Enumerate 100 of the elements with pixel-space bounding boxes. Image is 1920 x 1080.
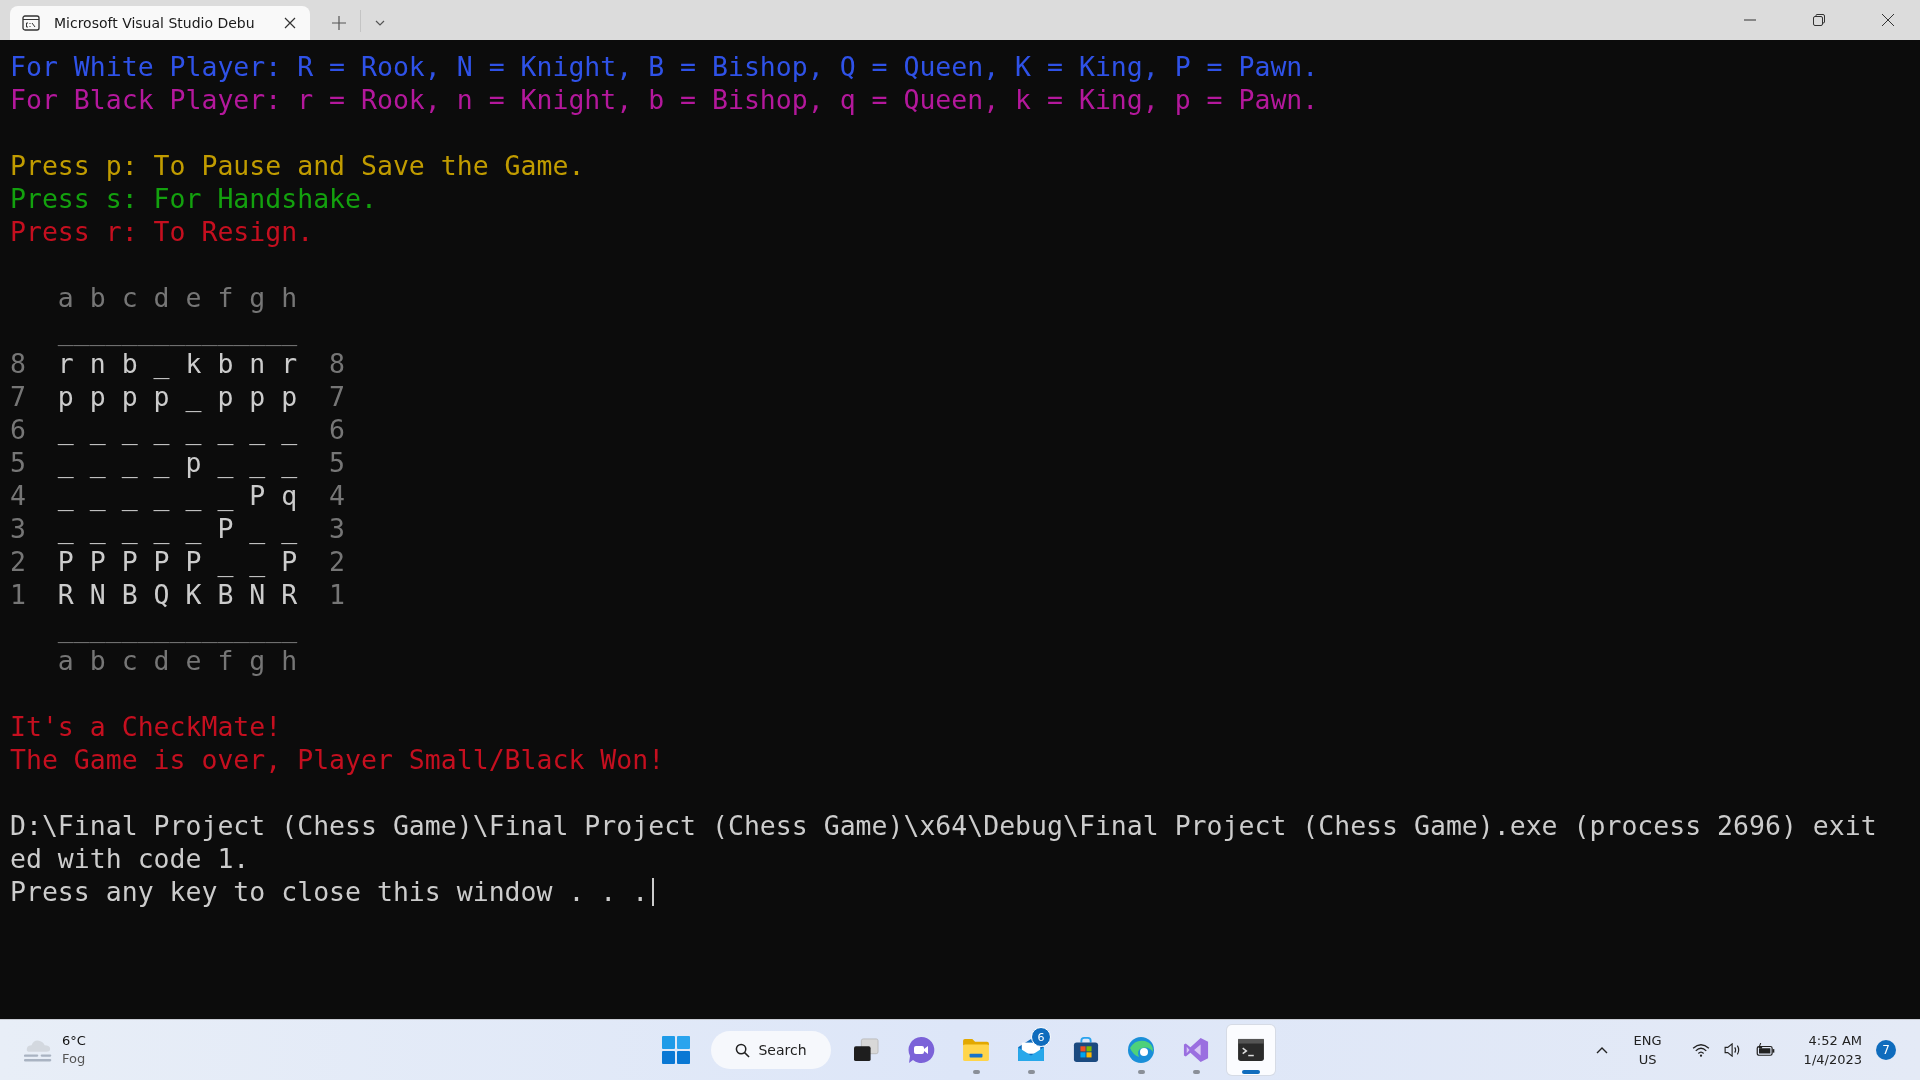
board-symbol: _ — [121, 479, 138, 512]
rank-label: 8 — [10, 347, 26, 380]
tab-title: Microsoft Visual Studio Debu — [54, 15, 256, 31]
restore-icon[interactable] — [1813, 14, 1825, 26]
battery-charging-icon[interactable] — [1755, 1043, 1776, 1057]
file-label: a — [57, 644, 74, 677]
dropdown-icon[interactable] — [375, 20, 385, 26]
rank-label: 3 — [10, 512, 26, 545]
rank-label: 6 — [329, 413, 345, 446]
console-text: For White Player: R = Rook, N = Knight, B = Bishop, Q = Queen, K = King, P = Pawn. — [10, 51, 1319, 82]
board-symbol: Q — [153, 578, 170, 611]
board-symbol: q — [281, 479, 298, 512]
board-symbol: _ — [121, 413, 138, 446]
board-symbol: p — [281, 380, 298, 413]
store-bag-icon — [1073, 1037, 1099, 1063]
terminal-icon — [1237, 1038, 1265, 1062]
chevron-up-icon[interactable] — [1595, 1046, 1608, 1054]
board-symbol: _ — [217, 413, 234, 446]
rank-label: 5 — [10, 446, 26, 479]
terminal-tab[interactable]: Microsoft Visual Studio Debu — [10, 6, 310, 40]
board-symbol: P — [89, 545, 106, 578]
board-symbol: P — [121, 545, 138, 578]
file-label: f — [217, 281, 234, 314]
console-icon — [22, 15, 40, 31]
rank-label: 5 — [329, 446, 345, 479]
file-label: c — [121, 644, 138, 677]
board-symbol: _ — [185, 512, 202, 545]
board-symbol: _ — [249, 446, 266, 479]
board-border: _______________ — [57, 611, 298, 644]
console-text: Press p: To Pause and Save the Game. — [10, 150, 585, 181]
board-symbol: b — [217, 347, 234, 380]
file-label: g — [249, 644, 266, 677]
file-label: a — [57, 281, 74, 314]
board-symbol: _ — [217, 446, 234, 479]
file-label: e — [185, 281, 202, 314]
language-text[interactable]: ENG — [1633, 1031, 1662, 1050]
rank-label: 1 — [329, 578, 345, 611]
speaker-icon[interactable] — [1723, 1043, 1742, 1057]
video-chat-icon — [907, 1036, 935, 1064]
console-text: It's a CheckMate! — [10, 711, 282, 742]
board-symbol: P — [57, 545, 74, 578]
board-symbol: P — [185, 545, 202, 578]
board-symbol: P — [249, 479, 266, 512]
weather-condition: Fog — [62, 1050, 86, 1068]
board-symbol: n — [89, 347, 106, 380]
console-text: For Black Player: r = Rook, n = Knight, b = Bishop, q = Queen, k = King, p = Pawn. — [10, 84, 1319, 115]
board-symbol: _ — [153, 413, 170, 446]
rank-label: 6 — [10, 413, 26, 446]
file-label: c — [121, 281, 138, 314]
board-symbol: p — [89, 380, 106, 413]
file-label: b — [89, 281, 106, 314]
board-symbol: _ — [249, 413, 266, 446]
board-symbol: P — [281, 545, 298, 578]
board-symbol: _ — [281, 446, 298, 479]
search-icon — [735, 1042, 751, 1058]
board-symbol: _ — [281, 413, 298, 446]
clock-time[interactable]: 4:52 AM — [1808, 1031, 1862, 1050]
rank-label: 2 — [329, 545, 345, 578]
task-view-icon — [853, 1038, 879, 1062]
console-text: Press r: To Resign. — [10, 216, 314, 247]
taskbar-app[interactable] — [1227, 1025, 1275, 1075]
board-symbol: _ — [89, 446, 106, 479]
file-label: h — [281, 644, 298, 677]
file-label: d — [153, 281, 170, 314]
board-symbol: _ — [153, 512, 170, 545]
console-text: Press any key to close this window . . . — [10, 876, 649, 907]
board-symbol: P — [217, 512, 234, 545]
board-symbol: p — [249, 380, 266, 413]
search-button[interactable]: Search — [711, 1031, 831, 1069]
board-symbol: _ — [153, 347, 170, 380]
board-symbol: _ — [185, 380, 202, 413]
board-symbol: K — [185, 578, 202, 611]
board-symbol: _ — [89, 479, 106, 512]
notification-count-badge[interactable]: 7 — [1876, 1040, 1896, 1060]
board-symbol: _ — [185, 479, 202, 512]
close-icon[interactable] — [1882, 14, 1894, 26]
board-symbol: b — [121, 347, 138, 380]
taskbar-app[interactable]: 6 — [1007, 1025, 1055, 1075]
board-symbol: R — [281, 578, 298, 611]
windows-logo-icon — [662, 1036, 690, 1064]
board-symbol: _ — [185, 413, 202, 446]
rank-label: 7 — [10, 380, 26, 413]
wifi-icon[interactable] — [1691, 1043, 1710, 1057]
infinity-logo-icon — [1183, 1037, 1209, 1063]
board-symbol: _ — [121, 512, 138, 545]
file-label: b — [89, 644, 106, 677]
folder-icon — [962, 1038, 990, 1062]
file-label: e — [185, 644, 202, 677]
new-tab-icon[interactable] — [332, 16, 346, 30]
file-label: h — [281, 281, 298, 314]
rank-label: 7 — [329, 380, 345, 413]
board-symbol: _ — [121, 446, 138, 479]
console-text: The Game is over, Player Small/Black Won! — [10, 744, 665, 775]
keyboard-layout-text[interactable]: US — [1638, 1050, 1657, 1069]
board-symbol: r — [57, 347, 74, 380]
temperature-text: 6°C — [62, 1032, 86, 1050]
console-text: D:\Final Project (Chess Game)\Final Project (Chess Game)\x64\Debug\Final Project (Chess Game).exe (process 2696) exited with code 1. — [10, 810, 1877, 874]
clock-date[interactable]: 1/4/2023 — [1803, 1050, 1862, 1069]
close-icon[interactable] — [284, 17, 296, 29]
board-symbol: p — [121, 380, 138, 413]
